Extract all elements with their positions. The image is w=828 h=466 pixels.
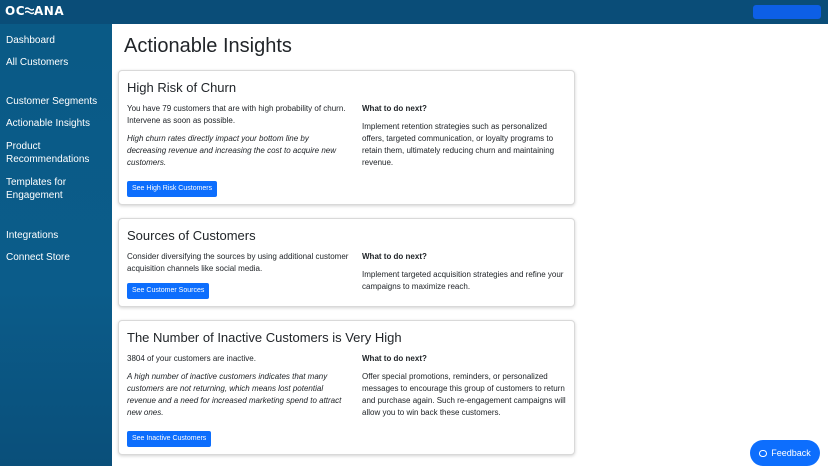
insight-card-churn: High Risk of Churn You have 79 customers… xyxy=(118,70,575,205)
chat-bubble-icon xyxy=(759,450,768,457)
sidebar-item-templates[interactable]: Templates for Engagement xyxy=(6,176,78,202)
logo-text-start: OC xyxy=(5,4,26,18)
main-content: Actionable Insights High Risk of Churn Y… xyxy=(112,24,828,466)
card-text: You have 79 customers that are with high… xyxy=(127,104,346,125)
card-note: A high number of inactive customers indi… xyxy=(127,372,342,417)
next-heading: What to do next? xyxy=(362,354,427,363)
sidebar-item-dashboard[interactable]: Dashboard xyxy=(6,34,106,47)
see-customer-sources-button[interactable]: See Customer Sources xyxy=(127,283,210,299)
card-text: Consider diversifying the sources by usi… xyxy=(127,252,349,273)
see-inactive-customers-button[interactable]: See Inactive Customers xyxy=(127,431,212,447)
sidebar-item-connect-store[interactable]: Connect Store xyxy=(6,251,106,264)
wave-icon xyxy=(24,4,35,18)
next-heading: What to do next? xyxy=(362,252,427,261)
sidebar-item-customer-segments[interactable]: Customer Segments xyxy=(6,95,106,108)
see-high-risk-button[interactable]: See High Risk Customers xyxy=(127,181,218,197)
sidebar-item-actionable-insights[interactable]: Actionable Insights xyxy=(6,117,106,130)
card-title: Sources of Customers xyxy=(127,228,256,243)
card-next-steps: What to do next? Implement targeted acqu… xyxy=(362,251,570,293)
card-description: 3804 of your customers are inactive. A h… xyxy=(127,353,349,419)
card-note: High churn rates directly impact your bo… xyxy=(127,134,337,167)
next-heading: What to do next? xyxy=(362,104,427,113)
next-text: Implement retention strategies such as p… xyxy=(362,122,555,167)
card-description: You have 79 customers that are with high… xyxy=(127,103,349,169)
sidebar-item-all-customers[interactable]: All Customers xyxy=(6,56,106,69)
logo-text-end: ANA xyxy=(34,4,65,18)
sidebar-item-product-recommendations[interactable]: Product Recommendations xyxy=(6,140,89,166)
card-next-steps: What to do next? Implement retention str… xyxy=(362,103,570,169)
feedback-button[interactable]: Feedback xyxy=(750,440,820,466)
sidebar: Dashboard All Customers Customer Segment… xyxy=(0,24,112,466)
account-button[interactable] xyxy=(753,5,821,19)
card-title: High Risk of Churn xyxy=(127,80,237,95)
top-bar: OC ANA xyxy=(0,0,828,24)
next-text: Implement targeted acquisition strategie… xyxy=(362,270,564,291)
next-text: Offer special promotions, reminders, or … xyxy=(362,372,566,417)
card-next-steps: What to do next? Offer special promotion… xyxy=(362,353,570,419)
insight-card-sources: Sources of Customers Consider diversifyi… xyxy=(118,218,575,307)
sidebar-item-integrations[interactable]: Integrations xyxy=(6,229,106,242)
insight-card-inactive: The Number of Inactive Customers is Very… xyxy=(118,320,575,455)
card-description: Consider diversifying the sources by usi… xyxy=(127,251,349,275)
page-title: Actionable Insights xyxy=(124,35,292,57)
card-title: The Number of Inactive Customers is Very… xyxy=(127,330,402,345)
brand-logo[interactable]: OC ANA xyxy=(5,4,64,18)
card-text: 3804 of your customers are inactive. xyxy=(127,354,256,363)
feedback-label: Feedback xyxy=(771,448,811,458)
